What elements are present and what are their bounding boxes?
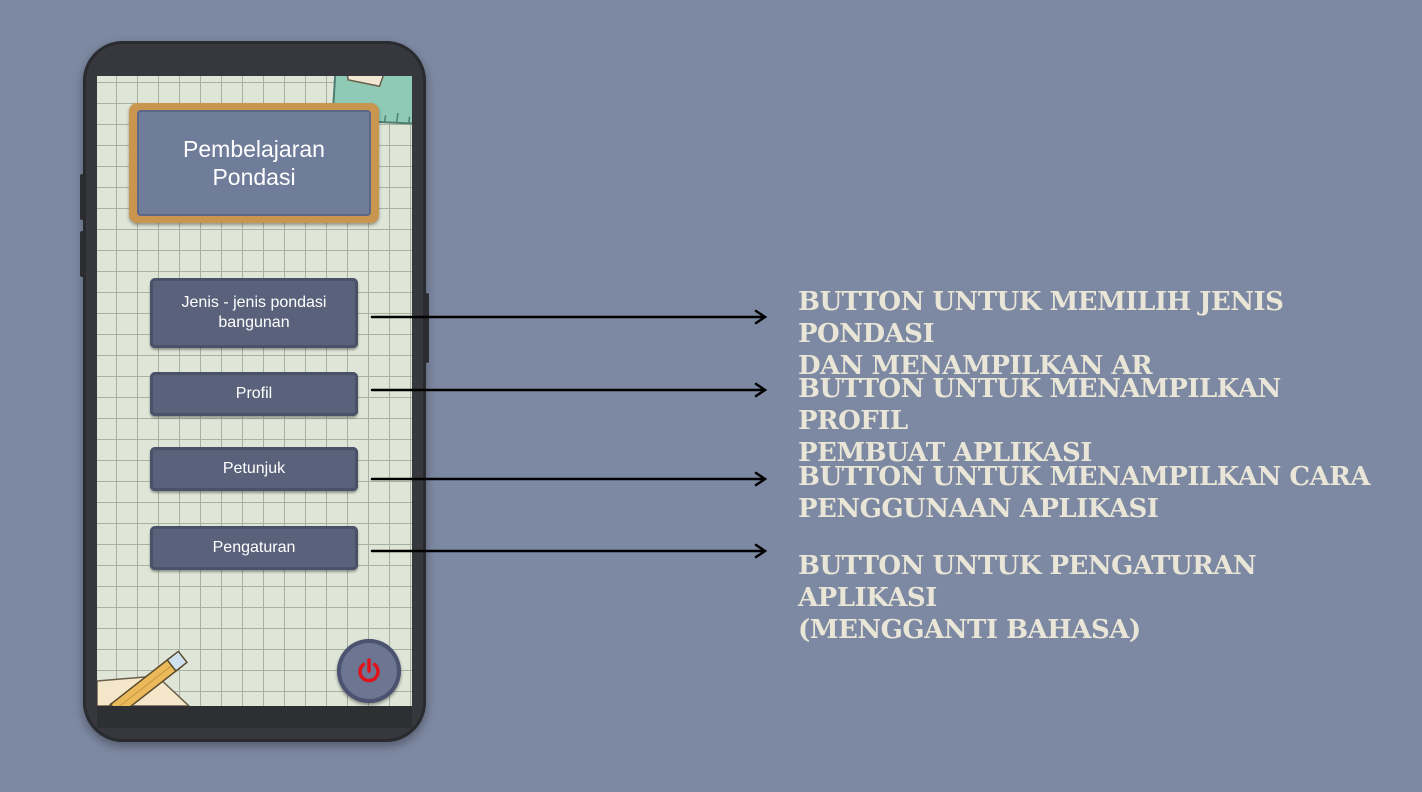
app-screen: Pembelajaran Pondasi Jenis - jenis ponda…: [97, 76, 412, 706]
annotation-pengaturan: BUTTON UNTUK PENGATURAN APLIKASI (MENGGA…: [798, 550, 1398, 646]
jenis-pondasi-button[interactable]: Jenis - jenis pondasi bangunan: [150, 278, 358, 348]
phone-power-key: [425, 293, 429, 363]
annotation-line: BUTTON UNTUK MENAMPILKAN PROFIL: [798, 374, 1281, 436]
phone-mockup: Pembelajaran Pondasi Jenis - jenis ponda…: [80, 41, 429, 742]
volume-down-button: [80, 231, 84, 277]
phone-bottom-bezel: [97, 706, 412, 728]
annotation-petunjuk: BUTTON UNTUK MENAMPILKAN CARA PENGGUNAAN…: [798, 461, 1398, 525]
annotation-line: BUTTON UNTUK MEMILIH JENIS PONDASI: [798, 287, 1284, 349]
app-title: Pembelajaran Pondasi: [183, 136, 325, 190]
petunjuk-button[interactable]: Petunjuk: [150, 447, 358, 491]
pencil-decoration-icon: [97, 650, 191, 706]
pengaturan-label: Pengaturan: [212, 539, 296, 556]
annotation-jenis: BUTTON UNTUK MEMILIH JENIS PONDASI DAN M…: [798, 286, 1398, 382]
slide: Pembelajaran Pondasi Jenis - jenis ponda…: [0, 0, 1422, 792]
exit-button[interactable]: [337, 639, 401, 703]
profil-label: Profil: [235, 385, 273, 402]
title-panel: Pembelajaran Pondasi: [137, 110, 371, 216]
profil-button[interactable]: Profil: [150, 372, 358, 416]
arrow-pengaturan: [370, 543, 768, 559]
power-icon: [358, 658, 380, 683]
volume-up-button: [80, 174, 84, 220]
arrow-profil: [370, 382, 768, 398]
arrow-petunjuk: [370, 471, 768, 487]
annotation-line: BUTTON UNTUK MENAMPILKAN CARA: [798, 462, 1371, 492]
petunjuk-label: Petunjuk: [222, 460, 286, 477]
pengaturan-button[interactable]: Pengaturan: [150, 526, 358, 570]
annotation-profil: BUTTON UNTUK MENAMPILKAN PROFIL PEMBUAT …: [798, 373, 1398, 469]
annotation-line: BUTTON UNTUK PENGATURAN APLIKASI: [798, 551, 1257, 613]
arrow-jenis: [370, 309, 768, 325]
title-board: Pembelajaran Pondasi: [129, 103, 379, 223]
jenis-pondasi-label: Jenis - jenis pondasi bangunan: [181, 294, 327, 331]
annotation-line: (MENGGANTI BAHASA): [798, 615, 1141, 645]
annotation-line: PENGGUNAAN APLIKASI: [798, 494, 1159, 524]
